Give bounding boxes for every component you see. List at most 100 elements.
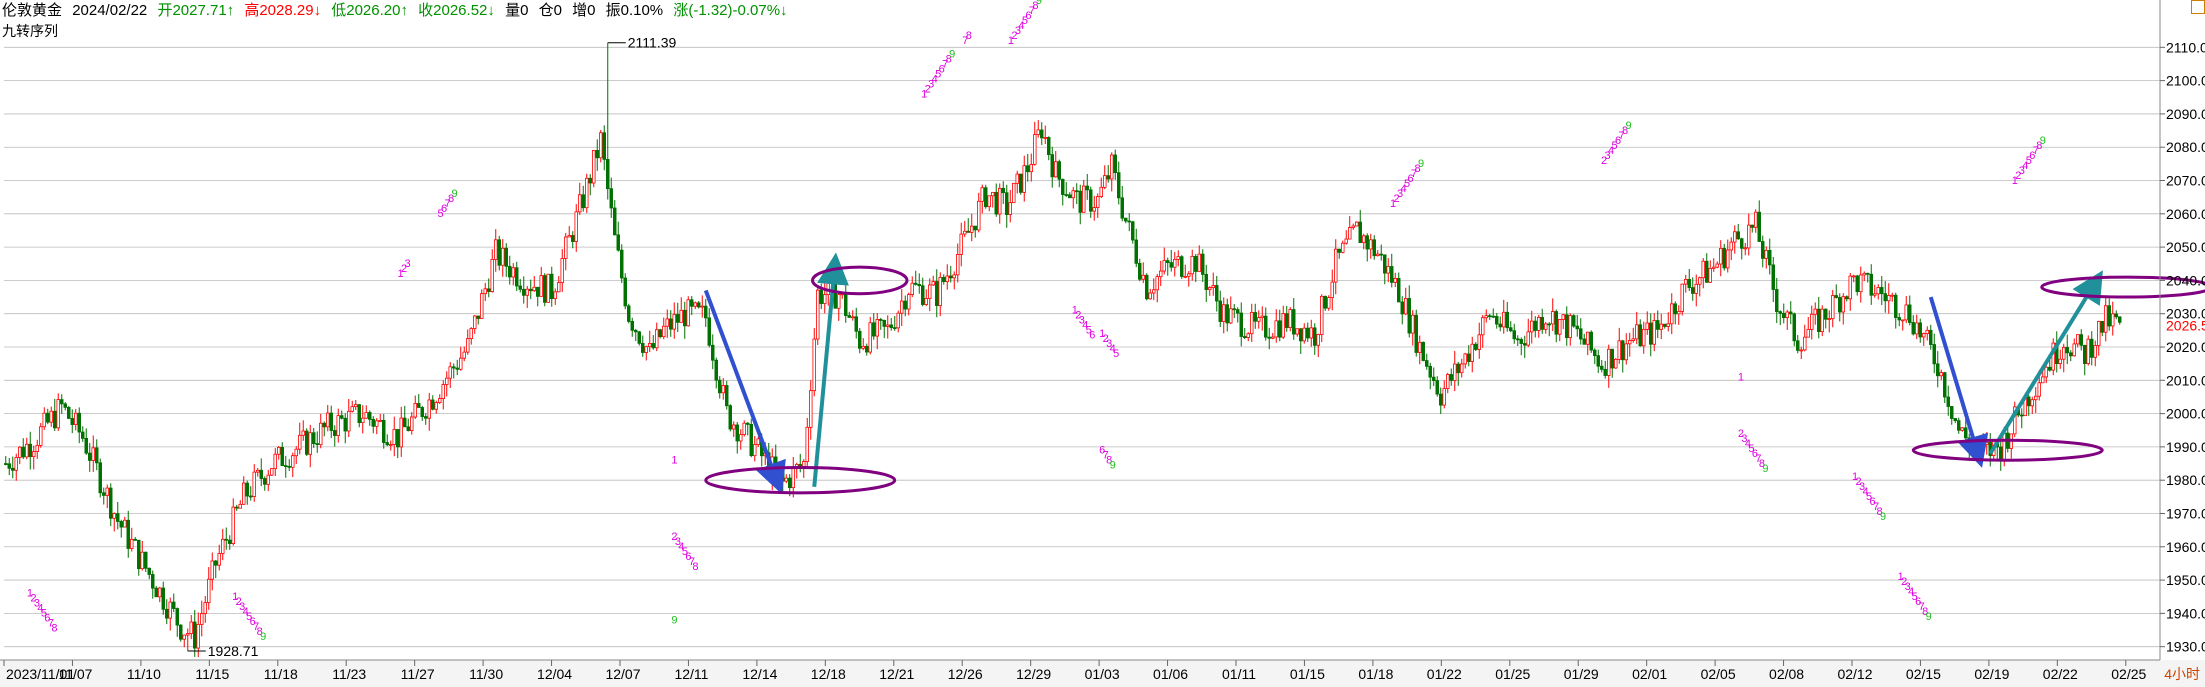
candle-body — [1684, 278, 1688, 285]
candle-body — [655, 329, 659, 349]
candle-body — [1656, 320, 1660, 330]
candle-body — [1232, 308, 1236, 311]
time-tick-label: 12/11 — [674, 666, 708, 682]
candle-body — [1246, 333, 1250, 338]
candle-body — [1050, 154, 1054, 178]
td-count: 9 — [1110, 460, 1116, 472]
candle-body — [1460, 363, 1464, 374]
candle-body — [1085, 185, 1089, 191]
candle-body — [1722, 248, 1726, 269]
time-tick-label: 12/14 — [742, 666, 777, 682]
candle-body — [2111, 313, 2115, 327]
candle-body — [1400, 301, 1404, 315]
candle-body — [2097, 320, 2101, 346]
candle-body — [1075, 190, 1079, 193]
candle-body — [742, 422, 746, 435]
candle-body — [879, 319, 883, 321]
trend-arrow — [1988, 270, 2103, 455]
candle-body — [1764, 249, 1768, 259]
candle-body — [112, 513, 116, 519]
candle-body — [690, 299, 694, 307]
candle-body — [1271, 336, 1275, 339]
candle-body — [396, 429, 400, 448]
candle-body — [1169, 262, 1173, 268]
candle-body — [662, 325, 666, 338]
candle-body — [1323, 295, 1327, 309]
candle-body — [1012, 182, 1016, 204]
candle-body — [858, 330, 862, 349]
candle-body — [2093, 345, 2097, 358]
candle-body — [1628, 340, 1632, 345]
candle-body — [602, 132, 606, 160]
candle-body — [1761, 241, 1765, 259]
candle-body — [560, 258, 564, 284]
candle-body — [1404, 298, 1408, 315]
candle-body — [784, 477, 788, 482]
candle-body — [749, 424, 753, 457]
candle-body — [2027, 396, 2031, 407]
candle-body — [837, 294, 841, 309]
candle-body — [2041, 376, 2045, 384]
candle-body — [53, 410, 57, 429]
price-axis[interactable]: 2110.00 2100.00 2090.00 2080.00 2070.00 2060.… — [2159, 0, 2205, 660]
candle-body — [189, 621, 193, 634]
candle-body — [277, 446, 281, 455]
candle-body — [970, 225, 974, 233]
candle-body — [1677, 311, 1681, 315]
candle-body — [529, 288, 533, 292]
candle-body — [1330, 281, 1334, 298]
candle-body — [231, 506, 235, 544]
candle-body — [119, 521, 123, 528]
price-tick-label: 1990.00 — [2166, 439, 2205, 455]
candle-body — [949, 275, 953, 279]
candle-body — [487, 288, 491, 292]
candle-body — [1421, 341, 1425, 361]
candle-body — [868, 322, 872, 353]
candle-body — [434, 402, 438, 410]
candle-body — [1544, 323, 1548, 330]
candle-body — [203, 602, 207, 614]
candle-body — [130, 538, 134, 549]
candle-body — [735, 424, 739, 442]
candle-body — [1243, 336, 1247, 338]
candle-body — [1435, 380, 1439, 395]
candle-body — [1022, 165, 1026, 193]
candle-body — [1474, 343, 1478, 350]
candle-body — [1425, 360, 1429, 367]
candle-body — [1316, 334, 1320, 346]
candle-body — [1211, 285, 1215, 288]
candle-body — [1796, 340, 1800, 351]
candle-body — [1999, 446, 2003, 461]
candle-body — [1190, 255, 1194, 275]
candle-body — [501, 247, 505, 266]
candle-body — [1978, 443, 1982, 450]
td-count: 9 — [1762, 463, 1768, 475]
candle-body — [1005, 192, 1009, 215]
candlestick-chart[interactable]: 1234567812345678956789123123456789123456… — [0, 0, 2205, 687]
time-axis[interactable]: 2023/11/0111/07 11/10 11/15 11/18 11/23 11/27… — [0, 659, 2205, 687]
candle-body — [1194, 255, 1198, 272]
candle-body — [1841, 296, 1845, 313]
candle-body — [1470, 343, 1474, 362]
candle-body — [935, 281, 939, 307]
candle-body — [1442, 388, 1446, 406]
candle-body — [1582, 338, 1586, 345]
candle-body — [1519, 339, 1523, 344]
candle-body — [756, 438, 760, 445]
candle-body — [567, 235, 571, 238]
candle-body — [515, 267, 519, 287]
candle-body — [1757, 211, 1761, 242]
candle-body — [1792, 313, 1796, 342]
candle-body — [378, 420, 382, 422]
candle-body — [217, 553, 221, 566]
price-tick-label: 2080.00 — [2166, 139, 2205, 155]
candle-body — [14, 457, 18, 471]
candle-body — [1064, 194, 1068, 196]
candle-body — [1397, 278, 1401, 303]
candle-body — [1827, 318, 1831, 320]
candle-body — [1768, 249, 1772, 266]
candle-body — [1775, 289, 1779, 313]
candle-body — [1299, 328, 1303, 342]
candle-body — [592, 149, 596, 184]
extreme-label: 2111.39 — [628, 35, 677, 51]
